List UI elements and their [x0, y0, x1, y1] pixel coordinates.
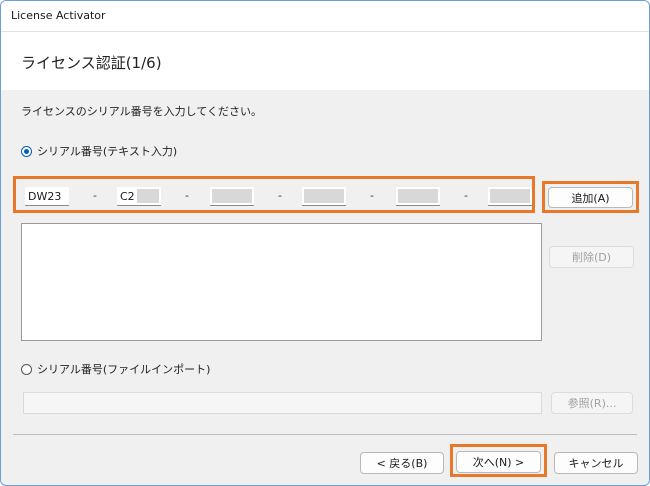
header-area: ライセンス認証(1/6)	[1, 32, 649, 90]
segment-separator: -	[185, 189, 189, 202]
segment-separator: -	[464, 189, 468, 202]
file-path-field[interactable]	[23, 392, 542, 414]
radio-unselected-icon[interactable]	[21, 363, 32, 375]
add-button[interactable]: 追加(A)	[548, 187, 633, 208]
segment-separator: -	[278, 189, 282, 202]
serial-segment-6[interactable]	[488, 187, 532, 206]
serial-segment-3[interactable]	[210, 187, 254, 206]
instruction-text: ライセンスのシリアル番号を入力してください。	[21, 105, 263, 118]
footer-separator	[13, 434, 637, 435]
radio-serial-file-import-label: シリアル番号(ファイルインポート)	[37, 363, 211, 376]
back-button[interactable]: < 戻る(B)	[360, 452, 444, 474]
cancel-button[interactable]: キャンセル	[554, 452, 638, 474]
serial-list-box[interactable]	[21, 223, 542, 341]
radio-serial-text-input[interactable]: シリアル番号(テキスト入力)	[21, 143, 177, 159]
browse-button[interactable]: 参照(R)...	[551, 392, 633, 414]
redacted-block	[398, 189, 438, 203]
serial-segment-4[interactable]	[302, 187, 346, 206]
redacted-block	[304, 189, 344, 203]
delete-button[interactable]: 削除(D)	[549, 246, 634, 268]
serial-segment-1[interactable]: DW23	[25, 187, 69, 206]
radio-serial-text-input-label: シリアル番号(テキスト入力)	[37, 145, 178, 158]
radio-serial-file-import[interactable]: シリアル番号(ファイルインポート)	[21, 361, 210, 377]
window-title: License Activator	[11, 9, 106, 22]
segment-separator: -	[370, 189, 374, 202]
license-activator-window: License Activator ライセンス認証(1/6) ライセンスのシリア…	[0, 0, 650, 486]
serial-input-group: DW23 - C2 - - - -	[13, 176, 535, 213]
page-title: ライセンス認証(1/6)	[21, 54, 162, 72]
redacted-block	[212, 189, 252, 203]
title-bar[interactable]: License Activator	[1, 1, 649, 32]
redacted-block	[137, 189, 159, 203]
serial-segment-5[interactable]	[396, 187, 440, 206]
segment-separator: -	[93, 189, 97, 202]
redacted-block	[490, 189, 530, 203]
next-button[interactable]: 次へ(N) >	[456, 451, 541, 473]
radio-selected-icon[interactable]	[21, 145, 32, 157]
serial-segment-2[interactable]: C2	[117, 187, 161, 206]
